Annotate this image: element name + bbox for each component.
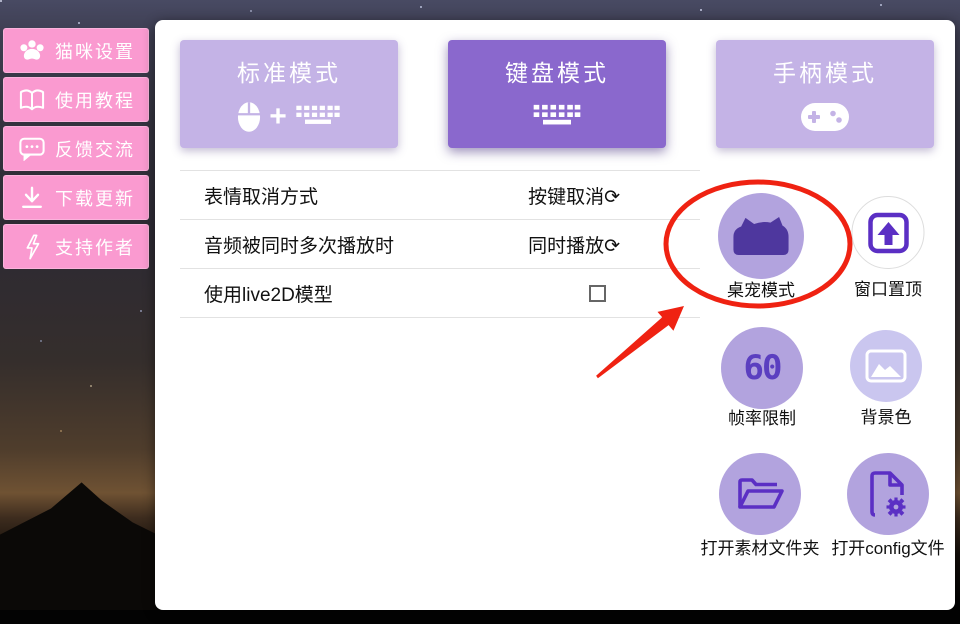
mouse-plus-keyboard-icon: + — [237, 100, 341, 134]
tool-label: 打开config文件 — [813, 534, 960, 559]
folder-icon — [736, 474, 784, 514]
keyboard-icon — [531, 100, 583, 134]
sidebar-item-cat-settings[interactable]: 猫咪设置 — [3, 28, 149, 73]
mountain-silhouette — [0, 470, 170, 624]
mode-tab-label: 键盘模式 — [505, 54, 609, 88]
mode-tab-standard[interactable]: 标准模式 + — [180, 40, 398, 148]
sidebar-item-tutorial[interactable]: 使用教程 — [3, 77, 149, 122]
settings-panel: 标准模式 + 键盘模式 手柄模式 — [155, 20, 955, 610]
cat-icon — [730, 215, 792, 257]
window-on-top-button[interactable] — [852, 196, 925, 269]
open-assets-folder-button[interactable] — [719, 453, 801, 535]
sidebar-item-label: 猫咪设置 — [55, 38, 135, 64]
pin-top-icon — [866, 211, 910, 255]
setting-label: 使用live2D模型 — [204, 280, 333, 307]
fps-limit-button[interactable]: 60 — [721, 327, 803, 409]
tool-background-color: 背景色 — [811, 330, 960, 428]
sidebar-item-update[interactable]: 下载更新 — [3, 175, 149, 220]
open-config-file-button[interactable] — [847, 453, 929, 535]
setting-value-cycler[interactable]: 同时播放⟳ — [528, 231, 620, 258]
background-color-button[interactable] — [850, 330, 922, 402]
sidebar-item-feedback[interactable]: 反馈交流 — [3, 126, 149, 171]
mode-tab-keyboard[interactable]: 键盘模式 — [448, 40, 666, 148]
image-icon — [865, 349, 907, 383]
chat-icon — [19, 136, 45, 162]
cycle-icon: ⟳ — [604, 187, 620, 208]
desktop-pet-mode-button[interactable] — [718, 193, 804, 279]
tool-open-config-file: 打开config文件 — [813, 453, 960, 559]
setting-row-live2d: 使用live2D模型 — [180, 269, 700, 318]
live2d-checkbox[interactable] — [589, 285, 606, 302]
tool-window-on-top: 窗口置顶 — [813, 196, 960, 300]
setting-row-audio-overlap: 音频被同时多次播放时 同时播放⟳ — [180, 220, 700, 269]
sidebar-item-label: 使用教程 — [55, 87, 135, 113]
stars-decoration — [0, 0, 2, 2]
setting-row-expression-cancel: 表情取消方式 按键取消⟳ — [180, 171, 700, 220]
tool-label: 背景色 — [811, 403, 960, 428]
setting-value-cycler[interactable]: 按键取消⟳ — [528, 182, 620, 209]
setting-label: 音频被同时多次播放时 — [204, 231, 394, 258]
paw-icon — [19, 38, 45, 64]
lightning-icon — [19, 234, 45, 260]
settings-list: 表情取消方式 按键取消⟳ 音频被同时多次播放时 同时播放⟳ 使用live2D模型 — [180, 170, 700, 318]
bottom-black-bar — [0, 610, 960, 624]
gamepad-icon — [800, 100, 850, 134]
sidebar-item-support[interactable]: 支持作者 — [3, 224, 149, 269]
mode-tab-label: 手柄模式 — [773, 54, 877, 88]
fps-value: 60 — [744, 348, 781, 388]
tool-label: 窗口置顶 — [813, 275, 960, 300]
sidebar-item-label: 支持作者 — [55, 234, 135, 260]
sidebar-item-label: 下载更新 — [55, 185, 135, 211]
mode-tab-gamepad[interactable]: 手柄模式 — [716, 40, 934, 148]
mode-tab-label: 标准模式 — [237, 54, 341, 88]
download-icon — [19, 185, 45, 211]
sidebar-item-label: 反馈交流 — [55, 136, 135, 162]
sidebar: 猫咪设置 使用教程 反馈交流 下载更新 支 — [3, 28, 149, 273]
cycle-icon: ⟳ — [604, 236, 620, 257]
book-icon — [19, 87, 45, 113]
config-file-icon — [868, 471, 908, 517]
setting-label: 表情取消方式 — [204, 182, 318, 209]
